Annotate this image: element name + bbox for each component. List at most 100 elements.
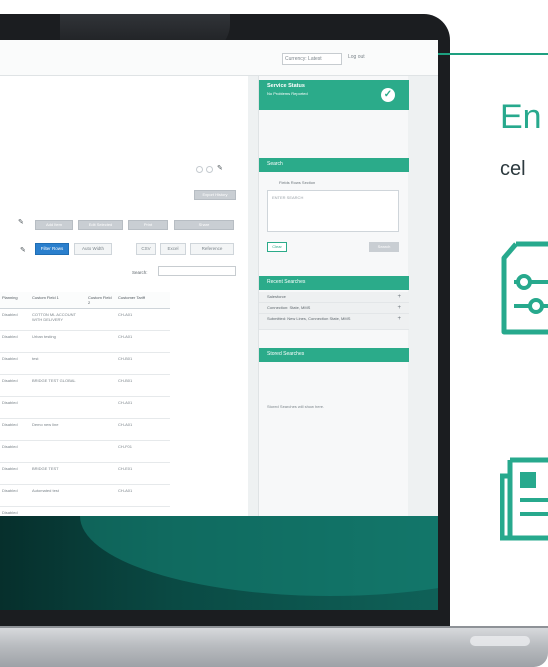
subheadline: cel	[500, 158, 526, 180]
table-cell: Disabled	[0, 462, 30, 485]
sliders-document-icon	[501, 241, 548, 335]
table-cell: CH-F01	[116, 440, 170, 463]
table-cell	[86, 330, 116, 353]
table-row[interactable]: Disabled CH-F01	[0, 440, 170, 463]
refresh-icon[interactable]	[196, 166, 203, 173]
table-row[interactable]: Disabled Automated test CH-A01	[0, 484, 170, 507]
column-header[interactable]: Custom Field 2	[86, 292, 116, 309]
laptop-screen: Currency: Latest Log out ✎ Export Histor…	[0, 40, 438, 610]
column-header[interactable]: Planning	[0, 292, 30, 309]
table-cell: Disabled	[0, 352, 30, 375]
search-button[interactable]: Search	[369, 242, 399, 252]
recent-searches-header: Recent Searches	[259, 276, 409, 290]
recent-search-label: Submitted: New Lines, Connection State, …	[267, 316, 351, 321]
recent-search-item[interactable]: Connection: State, MMS +	[259, 303, 409, 314]
table-row[interactable]: Disabled BRIDGE TEST GLOBAL CH-B01	[0, 374, 170, 397]
edit-icon[interactable]: ✎	[217, 164, 223, 172]
table-cell	[86, 484, 116, 507]
table-cell: test	[30, 352, 86, 375]
search-textarea[interactable]: ENTER SEARCH	[267, 190, 399, 232]
logout-link[interactable]: Log out	[348, 54, 365, 60]
auto-width-button[interactable]: Auto Width	[74, 243, 112, 255]
grid-search-input[interactable]	[158, 266, 236, 276]
table-cell: Disabled	[0, 396, 30, 419]
reference-button[interactable]: Reference	[190, 243, 234, 255]
table-cell: COTTON ML ACCOUNT WITH DELIVERY	[30, 308, 86, 331]
table-header: Planning Custom Field 1 Custom Field 2 C…	[0, 292, 170, 309]
pencil-icon-2[interactable]: ✎	[20, 246, 26, 254]
settings-icon[interactable]	[206, 166, 213, 173]
footer-band	[0, 516, 438, 610]
service-status-title: Service Status	[267, 83, 305, 89]
footer-wave	[80, 516, 438, 596]
recent-search-label: Connection: State, MMS	[267, 305, 311, 310]
clear-button[interactable]: Clear	[267, 242, 287, 252]
table-cell: Disabled	[0, 418, 30, 441]
table-cell: Automated test	[30, 484, 86, 507]
plus-icon[interactable]: +	[397, 316, 401, 322]
table-cell: Disabled	[0, 308, 30, 331]
recent-search-item[interactable]: Salesforce +	[259, 292, 409, 303]
table-cell: CH-B01	[116, 352, 170, 375]
table-cell: CH-A01	[116, 308, 170, 331]
table-cell	[86, 352, 116, 375]
search-label: Search:	[132, 270, 148, 275]
recent-search-label: Salesforce	[267, 294, 286, 299]
table-cell: CH-A01	[116, 330, 170, 353]
headline: En	[500, 98, 542, 136]
table-cell: CH-A01	[116, 396, 170, 419]
accent-rule	[438, 53, 548, 55]
currency-select[interactable]: Currency: Latest	[282, 53, 342, 65]
stored-searches-note: Stored Searches will show here.	[267, 404, 325, 409]
table-cell: CH-E01	[116, 462, 170, 485]
column-header[interactable]: Custom Field 1	[30, 292, 86, 309]
table-cell: Disabled	[0, 374, 30, 397]
table-cell: Disabled	[0, 440, 30, 463]
laptop-base	[0, 628, 548, 667]
page: Currency: Latest Log out ✎ Export Histor…	[0, 0, 548, 667]
table-row[interactable]: Disabled COTTON ML ACCOUNT WITH DELIVERY C…	[0, 308, 170, 331]
app-topbar: Currency: Latest Log out	[0, 40, 438, 76]
add-item-button[interactable]: Add Item	[35, 220, 73, 230]
right-panel: Service Status No Problems Reported ✓ Se…	[258, 76, 409, 546]
table-cell: Demo new line	[30, 418, 86, 441]
table-cell	[86, 374, 116, 397]
table-cell	[30, 440, 86, 463]
excel-button[interactable]: Excel	[160, 243, 186, 255]
table-cell: BRIDGE TEST	[30, 462, 86, 485]
edit-selected-button[interactable]: Edit Selected	[78, 220, 123, 230]
table-cell: CH-A01	[116, 484, 170, 507]
table-cell	[86, 462, 116, 485]
main-content: ✎ Export History ✎ Add Item Edit Selecte…	[0, 76, 248, 529]
table-cell	[86, 308, 116, 331]
table-cell: CH-B01	[116, 374, 170, 397]
table-cell: Disabled	[0, 330, 30, 353]
table-cell: BRIDGE TEST GLOBAL	[30, 374, 86, 397]
csv-button[interactable]: CSV	[136, 243, 156, 255]
table-cell: Disabled	[0, 484, 30, 507]
table-row[interactable]: Disabled BRIDGE TEST CH-E01	[0, 462, 170, 485]
plus-icon[interactable]: +	[397, 305, 401, 311]
share-button[interactable]: Share	[174, 220, 234, 230]
table-cell	[86, 440, 116, 463]
table-row[interactable]: Disabled Demo new line CH-A01	[0, 418, 170, 441]
table-row[interactable]: Disabled Urban testing CH-A01	[0, 330, 170, 353]
search-section-header: Search	[259, 158, 409, 172]
pencil-icon[interactable]: ✎	[18, 218, 24, 226]
filter-rows-button[interactable]: Filter Rows	[35, 243, 69, 255]
column-header[interactable]: Customer Tariff	[116, 292, 170, 309]
newspaper-icon	[500, 457, 548, 541]
check-circle-icon: ✓	[381, 88, 395, 102]
plus-icon[interactable]: +	[397, 294, 401, 300]
results-table: Planning Custom Field 1 Custom Field 2 C…	[0, 292, 170, 529]
table-cell	[30, 396, 86, 419]
export-history-button[interactable]: Export History	[194, 190, 236, 200]
table-row[interactable]: Disabled test CH-B01	[0, 352, 170, 375]
table-row[interactable]: Disabled CH-A01	[0, 396, 170, 419]
print-button[interactable]: Print	[128, 220, 168, 230]
search-filter-options[interactable]: Fields Rows Section	[279, 180, 315, 185]
table-cell: Urban testing	[30, 330, 86, 353]
table-cell: CH-A01	[116, 418, 170, 441]
recent-search-item[interactable]: Submitted: New Lines, Connection State, …	[259, 314, 409, 330]
service-status-header: Service Status No Problems Reported ✓	[259, 80, 409, 110]
